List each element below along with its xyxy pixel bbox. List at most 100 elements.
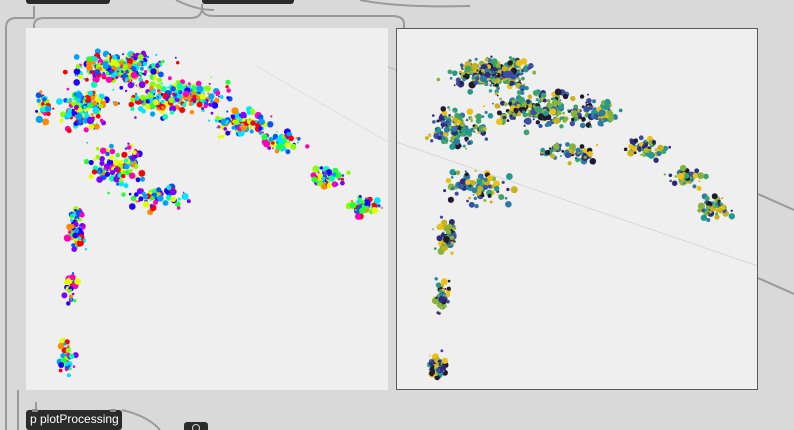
scatter-point — [317, 171, 320, 174]
scatter-point — [521, 72, 524, 75]
scatter-point — [445, 224, 452, 231]
scatter-point — [150, 111, 156, 117]
scatter-point — [297, 141, 300, 144]
scatter-point — [95, 113, 101, 119]
scatter-point — [459, 121, 466, 127]
scatter-point — [467, 141, 471, 145]
scatter-point — [494, 75, 497, 78]
scatter-point — [502, 115, 506, 120]
scatter-point — [199, 93, 206, 100]
scatter-plot-left[interactable] — [26, 28, 388, 390]
scatter-point — [105, 151, 110, 157]
scatter-point — [90, 95, 96, 101]
scatter-point — [487, 193, 492, 198]
scatter-point — [704, 195, 710, 202]
scatter-point — [464, 128, 472, 136]
scatter-point — [475, 76, 480, 81]
patch-cord-right-lower[interactable] — [757, 277, 794, 295]
scatter-point — [131, 66, 137, 72]
scatter-point — [138, 196, 144, 202]
scatter-point — [135, 84, 138, 87]
scatter-point — [532, 70, 537, 75]
patcher-canvas[interactable]: p plotProcessing — [0, 0, 794, 430]
scatter-point — [440, 278, 448, 286]
scatter-point — [170, 86, 176, 92]
scatter-point — [346, 170, 351, 175]
scatter-point — [75, 91, 83, 99]
scatter-point — [208, 119, 211, 122]
patch-cord-bottom[interactable] — [121, 409, 161, 430]
scatter-point — [572, 111, 578, 116]
scatter-point — [94, 58, 97, 62]
scatter-point — [471, 187, 478, 194]
scatter-point — [225, 85, 229, 89]
scatter-point — [155, 83, 162, 90]
scatter-point — [69, 353, 75, 359]
scatter-point — [721, 197, 724, 200]
scatter-point — [73, 54, 80, 60]
scatter-point — [162, 200, 169, 206]
scatter-point — [134, 95, 140, 101]
scatter-point — [201, 107, 205, 110]
scatter-point — [430, 139, 434, 143]
scatter-point — [242, 118, 246, 122]
scatter-point — [130, 71, 138, 79]
scatter-point — [127, 81, 134, 89]
scatter-point — [459, 131, 462, 134]
scatter-point — [488, 89, 493, 93]
scatter-point — [633, 151, 637, 155]
scatter-point — [607, 110, 614, 117]
scatter-point — [556, 100, 562, 106]
patch-cord-top-right[interactable] — [201, 7, 405, 28]
scatter-point — [481, 128, 483, 131]
scatter-point — [316, 181, 320, 185]
patch-cord-top-arc-2[interactable] — [359, 0, 471, 8]
scatter-point — [540, 147, 546, 153]
scatter-point — [724, 205, 727, 209]
object-top-right[interactable] — [202, 0, 294, 4]
scatter-point — [570, 95, 576, 102]
scatter-point — [113, 159, 120, 166]
scatter-point — [184, 83, 187, 86]
scatter-point — [186, 199, 191, 204]
plot-processing-object[interactable]: p plotProcessing — [26, 409, 122, 430]
scatter-point — [67, 289, 71, 294]
scatter-point — [65, 111, 72, 119]
scatter-point — [128, 69, 132, 73]
scatter-point — [138, 170, 146, 177]
scatter-point — [73, 68, 81, 75]
patch-cord-top-left[interactable] — [33, 4, 203, 28]
inlet-icon[interactable] — [32, 409, 38, 412]
scatter-point — [443, 115, 448, 119]
scatter-point — [182, 191, 185, 194]
scatter-point — [438, 119, 442, 122]
scatter-point — [105, 76, 113, 83]
scatter-point — [127, 155, 130, 158]
scatter-point — [640, 153, 643, 156]
scatter-point — [443, 126, 451, 133]
scatter-point — [462, 77, 466, 82]
scatter-point — [522, 112, 528, 118]
inlet-icon[interactable] — [110, 409, 116, 412]
scatter-point — [153, 199, 158, 205]
scatter-point — [696, 185, 702, 191]
scatter-point — [449, 169, 456, 176]
scatter-point — [190, 94, 193, 98]
scatter-point — [271, 141, 275, 145]
scatter-point — [468, 196, 471, 200]
scatter-point — [526, 108, 530, 111]
scatter-point — [110, 62, 114, 67]
object-top-left[interactable] — [26, 0, 110, 4]
scatter-point — [112, 101, 115, 103]
toggle-object[interactable] — [184, 422, 208, 430]
scatter-plot-right[interactable] — [396, 28, 758, 390]
scatter-point — [135, 92, 137, 95]
scatter-point — [149, 204, 154, 208]
scatter-point — [83, 78, 86, 80]
scatter-point — [169, 188, 177, 196]
scatter-point — [83, 127, 89, 133]
patch-cord-right-upper[interactable] — [757, 193, 794, 211]
scatter-point — [439, 215, 444, 219]
scatter-point — [668, 173, 673, 178]
scatter-point — [335, 183, 339, 186]
